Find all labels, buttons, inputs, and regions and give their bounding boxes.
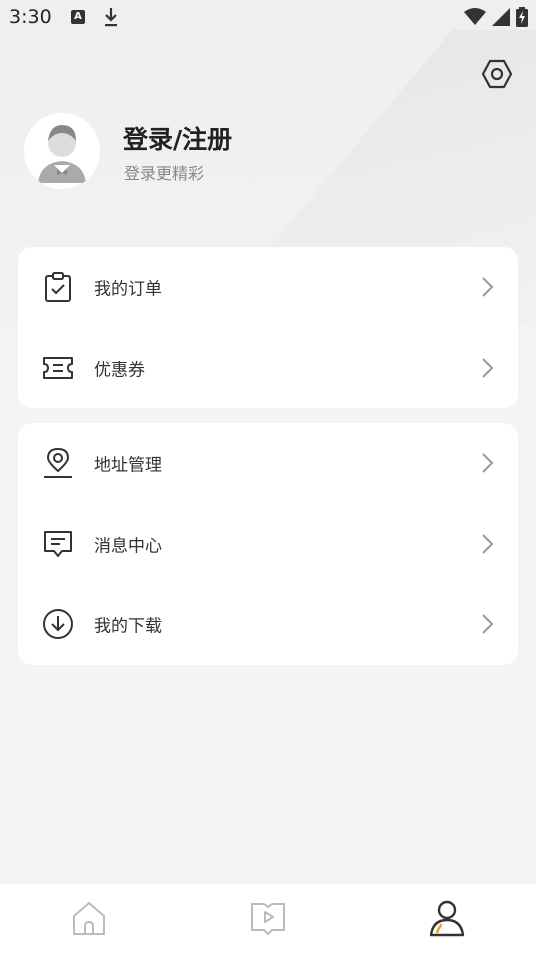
menu-item-label: 优惠券 bbox=[94, 360, 145, 381]
battery-charging-icon bbox=[516, 7, 528, 27]
order-clipboard-icon bbox=[42, 271, 74, 303]
menu-item-label: 我的订单 bbox=[94, 279, 162, 300]
settings-button[interactable] bbox=[481, 58, 513, 90]
menu-item-label: 我的下载 bbox=[94, 616, 162, 637]
menu-item-messages[interactable]: 消息中心 bbox=[18, 504, 518, 585]
download-circle-icon bbox=[42, 608, 74, 640]
login-subtitle: 登录更精彩 bbox=[124, 164, 205, 183]
tab-profile[interactable] bbox=[427, 898, 467, 938]
download-icon bbox=[103, 6, 119, 32]
wifi-icon bbox=[464, 8, 486, 25]
status-bar: 3:30 A bbox=[0, 0, 536, 36]
coupon-ticket-icon bbox=[42, 352, 74, 384]
cell-signal-icon bbox=[492, 8, 510, 26]
avatar[interactable] bbox=[24, 113, 100, 189]
menu-item-downloads[interactable]: 我的下载 bbox=[18, 584, 518, 665]
status-time: 3:30 bbox=[9, 6, 52, 28]
video-book-icon bbox=[251, 903, 285, 935]
menu-item-orders[interactable]: 我的订单 bbox=[18, 247, 518, 328]
bottom-tab-bar bbox=[0, 884, 536, 954]
login-register-link[interactable]: 登录/注册 bbox=[123, 120, 232, 156]
message-bubble-icon bbox=[42, 528, 74, 560]
location-pin-icon bbox=[42, 447, 74, 479]
app-a-icon: A bbox=[71, 10, 85, 24]
menu-item-coupons[interactable]: 优惠券 bbox=[18, 328, 518, 409]
settings-hexagon-icon bbox=[481, 59, 513, 89]
chevron-right-icon bbox=[480, 533, 494, 555]
person-icon bbox=[429, 900, 465, 937]
chevron-right-icon bbox=[480, 613, 494, 635]
menu-card-1: 我的订单 优惠券 bbox=[18, 247, 518, 408]
chevron-right-icon bbox=[480, 452, 494, 474]
default-avatar-icon bbox=[24, 113, 100, 189]
tab-home[interactable] bbox=[69, 898, 109, 938]
menu-item-address[interactable]: 地址管理 bbox=[18, 423, 518, 504]
home-icon bbox=[73, 902, 105, 935]
tab-video[interactable] bbox=[248, 898, 288, 938]
chevron-right-icon bbox=[480, 357, 494, 379]
chevron-right-icon bbox=[480, 276, 494, 298]
menu-item-label: 消息中心 bbox=[94, 536, 162, 557]
menu-item-label: 地址管理 bbox=[94, 455, 162, 476]
menu-card-2: 地址管理 消息中心 我的下载 bbox=[18, 423, 518, 665]
